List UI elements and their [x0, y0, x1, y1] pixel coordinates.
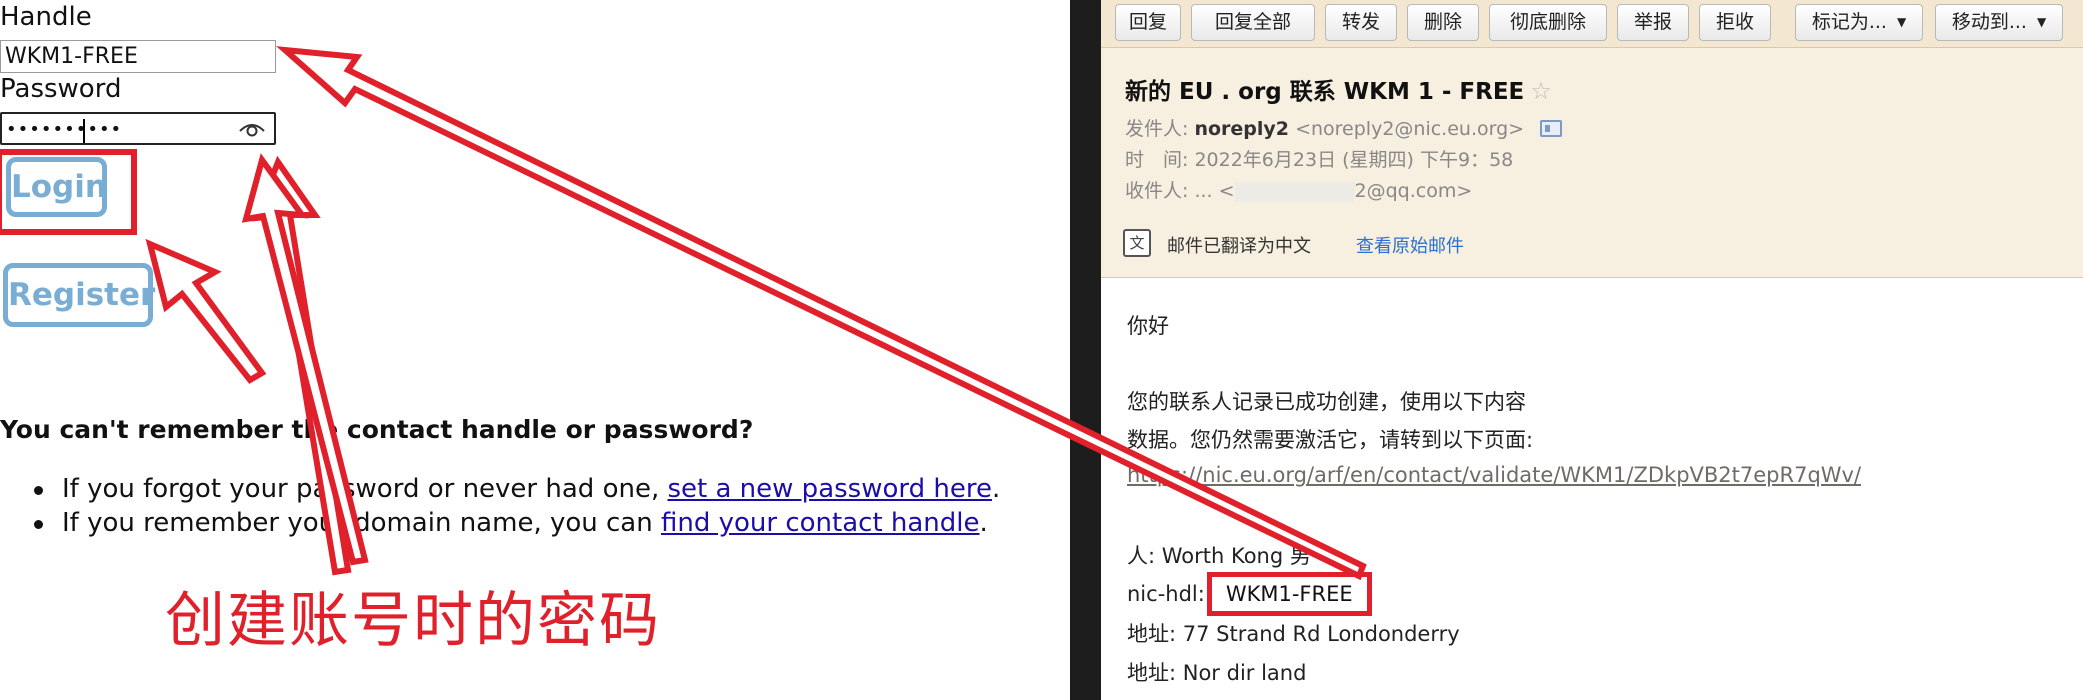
contact-card-icon[interactable]: [1540, 120, 1563, 137]
validate-link-row: https://nic.eu.org/arf/en/contact/valida…: [1127, 463, 1861, 487]
nic-hdl-row: nic-hdl: WKM1-FREE: [1127, 572, 1372, 616]
mark-as-label: 标记为...: [1811, 11, 1887, 33]
chevron-down-icon: ▼: [1896, 15, 1907, 29]
forward-button[interactable]: 转发: [1325, 4, 1397, 41]
mail-header: 新的 EU . org 联系 WKM 1 - FREE ☆ 发件人: norepl…: [1101, 48, 2083, 278]
move-to-dropdown[interactable]: 移动到... ▼: [1935, 4, 2063, 41]
recipient-prefix: ... <: [1194, 180, 1235, 202]
name-line: 人: Worth Kong 男: [1127, 544, 1311, 568]
translate-bar: 文 邮件已翻译为中文 查看原始邮件: [1119, 226, 2059, 262]
email-panel: 回复 回复全部 转发 删除 彻底删除 举报 拒收 标记为... ▼ 移动到... ▼…: [1101, 0, 2083, 700]
body-line-1: 您的联系人记录已成功创建，使用以下内容: [1127, 390, 1526, 414]
sender-label: 发件人:: [1125, 118, 1189, 140]
mail-subject: 新的 EU . org 联系 WKM 1 - FREE ☆: [1125, 72, 1552, 106]
list-item: If you forgot your password or never had…: [30, 472, 1000, 506]
reject-button[interactable]: 拒收: [1699, 4, 1771, 41]
star-icon[interactable]: ☆: [1530, 77, 1552, 105]
password-masked-value: ••••••••••: [6, 119, 123, 140]
time-label: 时 间:: [1125, 149, 1189, 171]
sender-email: <noreply2@nic.eu.org>: [1295, 118, 1525, 140]
help-suffix: .: [979, 508, 988, 538]
permanent-delete-button[interactable]: 彻底删除: [1489, 4, 1607, 41]
time-value: 2022年6月23日 (星期四) 下午9：58: [1194, 149, 1514, 171]
redacted-block: [1234, 181, 1355, 202]
chevron-down-icon: ▼: [2036, 15, 2047, 29]
register-button[interactable]: Register: [3, 263, 155, 327]
nic-hdl-value: WKM1-FREE: [1206, 572, 1372, 616]
address-line-2: 地址: Nor dir land: [1127, 661, 1307, 685]
text-caret: [83, 119, 85, 143]
forgot-heading: You can't remember the contact handle or…: [0, 415, 754, 444]
subject-text: 新的 EU . org 联系 WKM 1 - FREE: [1125, 79, 1525, 105]
delete-button[interactable]: 删除: [1407, 4, 1479, 41]
recipient-label: 收件人:: [1125, 180, 1189, 202]
greeting: 你好: [1127, 314, 1169, 338]
mail-toolbar: 回复 回复全部 转发 删除 彻底删除 举报 拒收 标记为... ▼ 移动到... ▼: [1101, 0, 2083, 48]
recipient-row: 收件人: ... < 2@qq.com>: [1125, 176, 1472, 203]
move-to-label: 移动到...: [1951, 11, 2027, 33]
reset-password-link[interactable]: set a new password here: [667, 474, 992, 504]
sender-name[interactable]: noreply2: [1194, 118, 1289, 140]
translate-icon: 文: [1123, 229, 1151, 257]
help-text: If you remember your domain name, you ca…: [62, 508, 661, 538]
report-button[interactable]: 举报: [1617, 4, 1689, 41]
handle-value: WKM1-FREE: [5, 44, 138, 69]
reply-button[interactable]: 回复: [1115, 4, 1181, 41]
translate-notice: 邮件已翻译为中文: [1167, 236, 1311, 257]
handle-input[interactable]: WKM1-FREE: [0, 40, 276, 73]
handle-label: Handle: [0, 2, 92, 32]
body-line-2: 数据。您仍然需要激活它，请转到以下页面:: [1127, 428, 1534, 452]
mark-as-dropdown[interactable]: 标记为... ▼: [1795, 4, 1923, 41]
find-handle-link[interactable]: find your contact handle: [661, 508, 980, 538]
recipient-suffix: 2@qq.com>: [1354, 180, 1473, 202]
annotation-text: 创建账号时的密码: [165, 586, 661, 656]
panel-divider: [1070, 0, 1101, 700]
help-suffix: .: [991, 474, 1001, 504]
login-panel: Handle WKM1-FREE Password •••••••••• Log…: [0, 0, 1070, 700]
help-list: If you forgot your password or never had…: [30, 472, 1000, 540]
list-item: If you remember your domain name, you ca…: [30, 506, 1000, 540]
validate-link[interactable]: https://nic.eu.org/arf/en/contact/valida…: [1127, 463, 1861, 487]
login-button[interactable]: Login: [6, 157, 107, 217]
nic-hdl-label: nic-hdl:: [1127, 582, 1205, 606]
help-text: If you forgot your password or never had…: [62, 474, 668, 504]
address-line-1: 地址: 77 Strand Rd Londonderry: [1127, 622, 1460, 646]
time-row: 时 间: 2022年6月23日 (星期四) 下午9：58: [1125, 145, 1513, 172]
password-input[interactable]: ••••••••••: [0, 112, 276, 145]
sender-row: 发件人: noreply2 <noreply2@nic.eu.org>: [1125, 114, 1563, 141]
reply-all-button[interactable]: 回复全部: [1191, 4, 1315, 41]
password-label: Password: [0, 74, 122, 104]
view-original-link[interactable]: 查看原始邮件: [1356, 232, 1464, 258]
eye-icon[interactable]: [238, 121, 266, 139]
